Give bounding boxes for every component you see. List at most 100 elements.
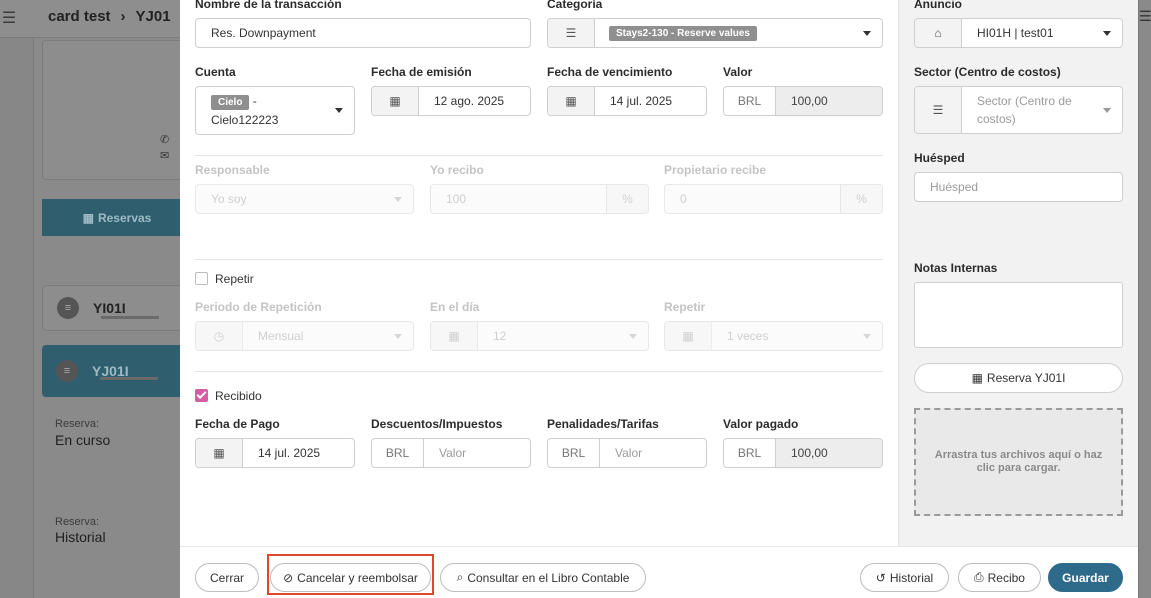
chevron-down-icon bbox=[324, 87, 354, 134]
recibo-button[interactable]: ⎙ Recibo bbox=[958, 563, 1041, 592]
recibo-label: Recibo bbox=[987, 570, 1025, 585]
categoria-select[interactable]: ☰ Stays2-130 - Reserve values bbox=[547, 18, 883, 48]
cerrar-label: Cerrar bbox=[209, 570, 244, 585]
chevron-right-icon: › bbox=[120, 8, 126, 25]
cuenta-value: Cielo122223 bbox=[211, 113, 279, 127]
reserva-status: En curso bbox=[55, 432, 111, 448]
cuenta-label: Cuenta bbox=[195, 65, 236, 79]
reserva-label: Reserva: bbox=[55, 418, 100, 430]
valor-pagado-label: Valor pagado bbox=[723, 417, 799, 431]
reservation-item[interactable]: ≡ YI01I bbox=[42, 285, 192, 331]
chevron-down-icon bbox=[618, 322, 648, 350]
currency-addon: BRL bbox=[372, 439, 424, 467]
contact-icons: ✆ ✉ bbox=[160, 132, 169, 164]
sector-placeholder: Sector (Centro de costos) bbox=[977, 94, 1072, 126]
cuenta-separator: - bbox=[252, 94, 257, 108]
breadcrumb-root[interactable]: card test bbox=[48, 8, 111, 25]
print-icon: ⎙ bbox=[974, 570, 984, 584]
calendar-icon: ▦ bbox=[82, 210, 94, 225]
reservas-tab[interactable]: ▦ Reservas bbox=[42, 199, 192, 236]
cuenta-badge: Cielo bbox=[211, 95, 250, 110]
sector-select[interactable]: ☰ Sector (Centro de costos) bbox=[914, 86, 1123, 134]
divider bbox=[195, 259, 883, 260]
vencimiento-date-field[interactable]: ▦ 14 jul. 2025 bbox=[547, 86, 707, 116]
yo-recibo-value: 100 bbox=[446, 192, 467, 206]
descuentos-field[interactable]: BRL Valor bbox=[371, 438, 531, 468]
huesped-input[interactable]: Huésped bbox=[914, 172, 1123, 202]
menu-icon[interactable]: ☰ bbox=[1139, 8, 1151, 25]
periodo-label: Periodo de Repetición bbox=[195, 300, 322, 314]
periodo-select: ◷ Mensual bbox=[195, 321, 414, 351]
currency-addon: BRL bbox=[548, 439, 600, 467]
anuncio-value: HI01H | test01 bbox=[977, 26, 1054, 40]
repetir-checkbox-label[interactable]: Repetir bbox=[215, 272, 254, 286]
form-main: Nombre de la transacción Res. Downpaymen… bbox=[180, 0, 898, 546]
whatsapp-icon: ✆ bbox=[160, 134, 170, 146]
propietario-value: 0 bbox=[680, 192, 687, 206]
chevron-down-icon bbox=[852, 19, 882, 47]
en-el-dia-label: En el día bbox=[430, 300, 480, 314]
calendar-icon: ▦ bbox=[372, 87, 419, 115]
guardar-label: Guardar bbox=[1062, 570, 1109, 585]
repetir-value: 1 veces bbox=[727, 329, 769, 343]
fecha-pago-value: 14 jul. 2025 bbox=[258, 446, 321, 460]
list-icon: ☰ bbox=[915, 87, 962, 133]
cuenta-select[interactable]: Cielo - Cielo122223 bbox=[195, 86, 355, 135]
consultar-libro-button[interactable]: ⌕ Consultar en el Libro Contable bbox=[440, 563, 646, 592]
progress-line bbox=[100, 377, 158, 380]
valor-pagado-field: BRL 100,00 bbox=[723, 438, 883, 468]
descuentos-label: Descuentos/Impuestos bbox=[371, 417, 503, 431]
valor-field: BRL 100,00 bbox=[723, 86, 883, 116]
vencimiento-label: Fecha de vencimiento bbox=[547, 65, 673, 79]
nombre-input[interactable]: Res. Downpayment bbox=[195, 18, 531, 48]
yo-recibo-label: Yo recibo bbox=[430, 163, 484, 177]
fecha-pago-field[interactable]: ▦ 14 jul. 2025 bbox=[195, 438, 355, 468]
nombre-label: Nombre de la transacción bbox=[195, 0, 342, 11]
reservas-label: Reservas bbox=[97, 210, 152, 225]
home-icon: ⌂ bbox=[915, 19, 962, 47]
categoria-label: Categoría bbox=[547, 0, 603, 11]
emision-value: 12 ago. 2025 bbox=[434, 94, 505, 108]
file-dropzone[interactable]: Arrastra tus archivos aquí o haz clic pa… bbox=[914, 408, 1123, 516]
cerrar-button[interactable]: Cerrar bbox=[195, 563, 259, 592]
calendar-icon: ▦ bbox=[196, 439, 243, 467]
property-card bbox=[42, 40, 192, 180]
sector-label: Sector (Centro de costos) bbox=[914, 65, 1061, 79]
valor-label: Valor bbox=[723, 65, 753, 79]
vencimiento-value: 14 jul. 2025 bbox=[610, 94, 673, 108]
historial-button[interactable]: ↺ Historial bbox=[860, 563, 949, 592]
calendar-icon: ▦ bbox=[665, 322, 712, 350]
chevron-down-icon bbox=[383, 185, 413, 213]
email-icon: ✉ bbox=[160, 150, 170, 162]
calendar-icon: ▦ bbox=[548, 87, 595, 115]
repetir-checkbox[interactable] bbox=[195, 272, 208, 285]
notas-label: Notas Internas bbox=[914, 261, 998, 275]
historial-label: Historial bbox=[889, 570, 934, 585]
recibido-checkbox-label[interactable]: Recibido bbox=[215, 389, 262, 403]
valor-value: 100,00 bbox=[776, 87, 882, 115]
divider bbox=[195, 155, 883, 156]
periodo-value: Mensual bbox=[258, 329, 304, 343]
chevron-down-icon bbox=[383, 322, 413, 350]
guardar-button[interactable]: Guardar bbox=[1048, 563, 1123, 592]
reservation-item-selected[interactable]: ≡ YJ01I bbox=[42, 345, 192, 397]
progress-line bbox=[101, 316, 159, 319]
calendar-icon: ▦ bbox=[971, 371, 983, 385]
chevron-down-icon bbox=[1092, 19, 1122, 47]
menu-icon[interactable]: ☰ bbox=[0, 8, 18, 28]
valor-pagado-value: 100,00 bbox=[776, 439, 882, 467]
right-panel: ☰ bbox=[1138, 0, 1151, 598]
notas-textarea[interactable] bbox=[914, 282, 1123, 348]
list-icon: ☰ bbox=[548, 19, 595, 47]
en-el-dia-select: ▦ 12 bbox=[430, 321, 649, 351]
recibido-checkbox[interactable] bbox=[195, 389, 208, 402]
currency-addon: BRL bbox=[724, 87, 776, 115]
emision-date-field[interactable]: ▦ 12 ago. 2025 bbox=[371, 86, 531, 116]
penalidades-field[interactable]: BRL Valor bbox=[547, 438, 707, 468]
nombre-value: Res. Downpayment bbox=[211, 26, 316, 40]
transaction-modal: Nombre de la transacción Res. Downpaymen… bbox=[180, 0, 1138, 598]
anuncio-select[interactable]: ⌂ HI01H | test01 bbox=[914, 18, 1123, 48]
reserva-button[interactable]: ▦ Reserva YJ01I bbox=[914, 363, 1123, 393]
emision-label: Fecha de emisión bbox=[371, 65, 472, 79]
percent-addon: % bbox=[606, 185, 648, 213]
